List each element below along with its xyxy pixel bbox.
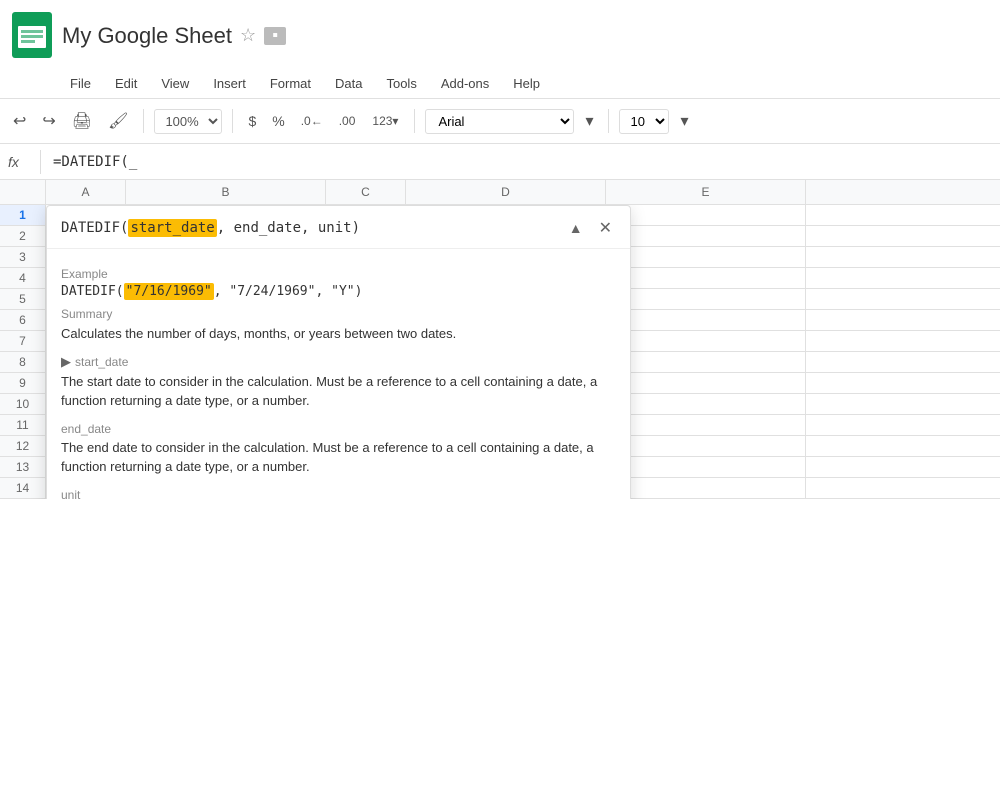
print-button[interactable]: 🖨 [67,107,97,135]
menu-format[interactable]: Format [260,73,321,94]
param-name-end: end_date [61,422,111,436]
row-num-13[interactable]: 13 [0,457,46,477]
row-num-6[interactable]: 6 [0,310,46,330]
toolbar-sep-1 [143,109,144,133]
folder-icon[interactable]: ▪ [264,27,286,45]
row-num-5[interactable]: 5 [0,289,46,309]
popup-nav-up[interactable]: ▲ [565,218,587,238]
formula-divider [40,150,41,174]
row-num-1[interactable]: 1 [0,205,46,225]
popup-body: Example DATEDIF("7/16/1969", "7/24/1969"… [47,249,630,499]
param-unit: unit A string abbreviation for unit of t… [61,487,616,500]
popup-close-button[interactable]: ✕ [595,216,616,240]
row-num-3[interactable]: 3 [0,247,46,267]
param-end-date: end_date The end date to consider in the… [61,421,616,477]
popup-signature: DATEDIF(start_date, end_date, unit) [61,220,360,236]
font-size-dropdown-button[interactable]: ▾ [675,107,693,135]
font-select[interactable]: Arial Times New Roman Courier New [425,109,574,134]
font-dropdown-button[interactable]: ▾ [580,107,598,135]
popup-summary: Calculates the number of days, months, o… [61,324,616,344]
menu-data[interactable]: Data [325,73,372,94]
example-highlight: "7/16/1969" [124,283,214,300]
popup-header: DATEDIF(start_date, end_date, unit) ▲ ✕ [47,206,630,249]
currency-button[interactable]: $ [243,109,261,133]
summary-label: Summary [61,307,616,321]
formula-bar: fx [0,144,1000,180]
undo-button[interactable]: ↩ [8,107,31,135]
col-header-e[interactable]: E [606,180,806,204]
row-num-7[interactable]: 7 [0,331,46,351]
doc-title-text[interactable]: My Google Sheet [62,23,232,49]
autocomplete-popup: DATEDIF(start_date, end_date, unit) ▲ ✕ … [46,205,631,499]
formula-input[interactable] [49,152,992,172]
star-icon[interactable]: ☆ [240,25,256,47]
toolbar-sep-3 [414,109,415,133]
menu-addons[interactable]: Add-ons [431,73,499,94]
param-desc-end: The end date to consider in the calculat… [61,438,616,477]
format-123-button[interactable]: 123▾ [366,110,404,132]
doc-title: My Google Sheet ☆ ▪ [62,23,286,49]
row-num-9[interactable]: 9 [0,373,46,393]
cell-e1[interactable] [606,205,806,225]
paint-format-button[interactable]: 🖌 [103,107,133,135]
menu-insert[interactable]: Insert [203,73,256,94]
menu-view[interactable]: View [151,73,199,94]
decimal-more-button[interactable]: .00 [334,110,361,132]
menu-help[interactable]: Help [503,73,550,94]
col-header-b[interactable]: B [126,180,326,204]
toolbar-sep-4 [608,109,609,133]
param-name-start: start_date [75,355,128,369]
decimal-less-button[interactable]: .0← [296,110,328,132]
row-num-header [0,180,46,204]
fx-label: fx [8,154,28,170]
row-num-11[interactable]: 11 [0,415,46,435]
spreadsheet-area: A B C D E 1 2 3 4 [0,180,1000,811]
param-arrow: ▶ [61,354,71,370]
rows-area: 1 2 3 4 5 6 [0,205,1000,499]
menu-edit[interactable]: Edit [105,73,147,94]
title-area: My Google Sheet ☆ ▪ [62,23,286,49]
font-size-select[interactable]: 10 8 9 11 12 14 [619,109,669,134]
top-bar: My Google Sheet ☆ ▪ [0,0,1000,68]
popup-controls: ▲ ✕ [565,216,616,240]
popup-highlight: start_date [128,219,216,237]
row-num-12[interactable]: 12 [0,436,46,456]
row-num-10[interactable]: 10 [0,394,46,414]
percent-button[interactable]: % [267,109,289,133]
menu-tools[interactable]: Tools [376,73,426,94]
toolbar-sep-2 [232,109,233,133]
zoom-select[interactable]: 100% 75% 50% 125% 150% [154,109,222,134]
row-num-4[interactable]: 4 [0,268,46,288]
param-desc-start: The start date to consider in the calcul… [61,372,616,411]
row-num-14[interactable]: 14 [0,478,46,498]
row-num-2[interactable]: 2 [0,226,46,246]
menu-bar: File Edit View Insert Format Data Tools … [0,68,1000,98]
col-header-a[interactable]: A [46,180,126,204]
redo-button[interactable]: ↪ [37,107,60,135]
col-header-d[interactable]: D [406,180,606,204]
cell-e2[interactable] [606,226,806,246]
menu-file[interactable]: File [60,73,101,94]
popup-example: DATEDIF("7/16/1969", "7/24/1969", "Y") [61,284,616,299]
toolbar: ↩ ↪ 🖨 🖌 100% 75% 50% 125% 150% $ % .0← .… [0,98,1000,144]
col-headers: A B C D E [0,180,1000,205]
col-header-c[interactable]: C [326,180,406,204]
row-num-8[interactable]: 8 [0,352,46,372]
example-label: Example [61,267,616,281]
param-start-date: ▶ start_date The start date to consider … [61,354,616,411]
param-name-unit: unit [61,488,80,500]
app-logo [12,12,52,61]
